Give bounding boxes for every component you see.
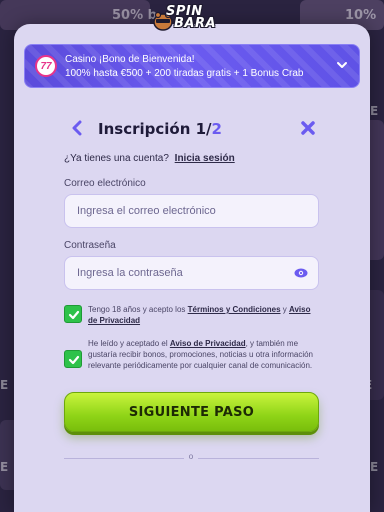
- welcome-bonus-banner[interactable]: 77 Casino ¡Bono de Bienvenida! 100% hast…: [24, 44, 360, 88]
- password-placeholder: Ingresa la contraseña: [77, 267, 183, 279]
- age-terms-text: Tengo 18 años y acepto los Términos y Co…: [88, 304, 320, 326]
- banner-title: Casino ¡Bono de Bienvenida!: [65, 54, 195, 65]
- close-icon[interactable]: [300, 120, 316, 136]
- login-prompt: ¿Ya tienes una cuenta? Inicia sesión: [64, 153, 235, 164]
- email-placeholder: Ingresa el correo electrónico: [77, 205, 216, 217]
- email-label: Correo electrónico: [64, 178, 146, 189]
- marketing-consent-text: He leído y aceptado el Aviso de Privacid…: [88, 338, 320, 371]
- login-link[interactable]: Inicia sesión: [175, 153, 235, 164]
- banner-subtitle: 100% hasta €500 + 200 tiradas gratis + 1…: [65, 68, 304, 79]
- checkmark-icon: [68, 310, 80, 320]
- background-text: E: [0, 378, 9, 392]
- background-text: E: [370, 104, 379, 118]
- consent-text: Tengo 18 años y acepto los: [88, 305, 188, 314]
- email-field[interactable]: Ingresa el correo electrónico: [64, 194, 319, 228]
- slot-777-icon: 77: [35, 55, 57, 77]
- next-step-button[interactable]: SIGUIENTE PASO: [64, 392, 319, 432]
- brand-logo[interactable]: SPIN BARA: [152, 4, 232, 38]
- banner-text: Casino ¡Bono de Bienvenida! 100% hasta €…: [65, 53, 335, 81]
- form-step-total: 2: [211, 120, 222, 138]
- background-text: E: [370, 460, 379, 474]
- login-prompt-text: ¿Ya tienes una cuenta?: [64, 153, 169, 164]
- form-title: Inscripción 1/2: [98, 120, 222, 138]
- consent-text: He leído y aceptado el: [88, 339, 170, 348]
- logo-wordmark: SPIN BARA: [166, 4, 217, 31]
- password-label: Contraseña: [64, 240, 116, 251]
- marketing-consent-checkbox[interactable]: [64, 350, 82, 368]
- consent-text: y: [280, 305, 289, 314]
- back-arrow-icon[interactable]: [70, 119, 84, 137]
- checkmark-icon: [68, 355, 80, 365]
- eye-icon[interactable]: [294, 267, 308, 279]
- background-text: 50% b: [112, 8, 157, 23]
- terms-link[interactable]: Términos y Condiciones: [188, 305, 281, 314]
- age-terms-checkbox[interactable]: [64, 305, 82, 323]
- chevron-down-icon[interactable]: [335, 58, 349, 72]
- form-title-text: Inscripción 1/: [98, 120, 212, 138]
- password-field[interactable]: Ingresa la contraseña: [64, 256, 319, 290]
- divider-text: o: [184, 452, 198, 464]
- privacy-link[interactable]: Aviso de Privacidad: [170, 339, 246, 348]
- background-text: E: [0, 460, 9, 474]
